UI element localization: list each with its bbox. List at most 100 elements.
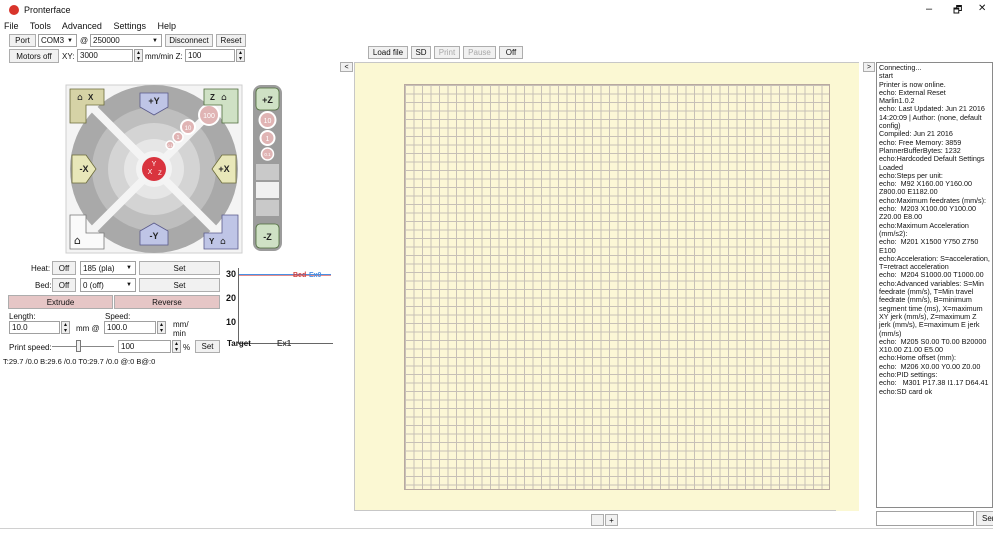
z-minus-label: -Z: [263, 232, 272, 242]
menu-file[interactable]: File: [4, 21, 19, 31]
z-step-01-label: 0.1: [264, 152, 271, 157]
log-line: Connecting...: [879, 63, 922, 72]
heat-off-button[interactable]: Off: [52, 261, 76, 275]
graph-legend-ex1: Ex1: [277, 339, 292, 348]
menu-help[interactable]: Help: [157, 21, 176, 31]
baud-select[interactable]: 250000 ▼: [90, 34, 162, 47]
xy-feed-label: XY:: [62, 52, 75, 61]
minimize-button[interactable]: –: [926, 3, 932, 15]
menu-settings[interactable]: Settings: [113, 21, 146, 31]
bed-off-button[interactable]: Off: [52, 278, 76, 292]
center-z-label: Z: [158, 171, 162, 177]
graph-y-10: 10: [226, 317, 237, 327]
z-feed-stepper[interactable]: ▴ ▾: [236, 49, 245, 62]
log-line: echo: Last Updated: Jun 21 2016 14:20:09…: [879, 104, 987, 131]
xy-feed-input[interactable]: 3000: [77, 49, 133, 62]
off-button[interactable]: Off: [499, 46, 523, 59]
heat-label: Heat:: [31, 264, 51, 273]
chevron-down-icon: ▼: [152, 37, 158, 44]
z-feed-input[interactable]: 100: [185, 49, 235, 62]
z-slot[interactable]: [256, 200, 279, 216]
log-toggle-button[interactable]: >: [863, 62, 875, 72]
bed-label: Bed:: [35, 281, 52, 290]
z-step-10-label: 10: [264, 118, 272, 125]
z-plus-label: +Z: [262, 95, 273, 105]
reset-button[interactable]: Reset: [216, 34, 246, 47]
console-log[interactable]: Connecting... start Printer is now online.…: [876, 62, 993, 508]
disconnect-button[interactable]: Disconnect: [165, 34, 213, 47]
load-file-button[interactable]: Load file: [368, 46, 408, 59]
speed-stepper[interactable]: ▴ ▾: [157, 321, 166, 334]
center-x-label: X: [148, 169, 153, 176]
build-plate-grid[interactable]: [404, 84, 830, 490]
log-line: echo: M201 X1500 Y750 Z750 E100: [879, 237, 981, 255]
center-y-label: Y: [152, 161, 157, 168]
z-jog-column[interactable]: +Z 10 1 0.1 -Z: [252, 84, 283, 252]
window-title: Pronterface: [24, 5, 71, 15]
log-line: echo: M92 X160.00 Y160.00 Z800.00 E1182.…: [879, 179, 974, 197]
graph-legend-bed: Bed: [293, 272, 307, 279]
command-input[interactable]: [876, 511, 974, 526]
print-speed-set-button[interactable]: Set: [195, 340, 220, 353]
speed-input[interactable]: 100.0: [104, 321, 156, 334]
z-feed-label: mm/min Z:: [145, 52, 183, 61]
baud-at-label: @: [80, 36, 89, 45]
step-10-label: 10: [185, 126, 192, 132]
sd-button[interactable]: SD: [411, 46, 431, 59]
build-plate-right-margin: [836, 63, 859, 511]
motors-off-button[interactable]: Motors off: [9, 49, 59, 63]
minus-y-label: -Y: [150, 231, 159, 241]
step-1-label: 1: [177, 135, 180, 141]
port-button[interactable]: Port: [9, 34, 36, 47]
home-z-icon: ⌂: [221, 93, 227, 103]
send-button[interactable]: Send: [976, 511, 993, 526]
length-input[interactable]: 10.0: [9, 321, 60, 334]
collapse-left-button[interactable]: <: [340, 62, 353, 72]
close-button[interactable]: ✕: [978, 3, 986, 14]
status-bar: [0, 528, 993, 533]
maximize-button[interactable]: 🗗: [953, 3, 962, 20]
bed-set-button[interactable]: Set: [139, 278, 220, 292]
xy-feed-stepper[interactable]: ▴ ▾: [134, 49, 143, 62]
send-button-label: Send: [982, 514, 993, 523]
graph-axis: [238, 268, 239, 344]
mm-per-label: mm/: [173, 320, 189, 329]
length-stepper[interactable]: ▴ ▾: [61, 321, 70, 334]
print-button[interactable]: Print: [434, 46, 460, 59]
pause-button[interactable]: Pause: [463, 46, 496, 59]
heat-set-button[interactable]: Set: [139, 261, 220, 275]
zoom-in-button[interactable]: +: [605, 514, 618, 526]
plus-y-label: +Y: [148, 96, 159, 106]
bed-select[interactable]: 0 (off) ▼: [80, 278, 136, 292]
z-feed-value: 100: [188, 51, 202, 60]
print-speed-slider[interactable]: [52, 340, 114, 352]
home-all-icon: ⌂: [74, 234, 81, 247]
print-speed-stepper[interactable]: ▴ ▾: [172, 340, 181, 353]
heat-select[interactable]: 185 (pla) ▼: [80, 261, 136, 275]
menu-tools[interactable]: Tools: [30, 21, 51, 31]
graph-legend-target: Target: [227, 339, 251, 348]
print-speed-label: Print speed:: [9, 343, 52, 352]
port-select[interactable]: COM3 ▼: [38, 34, 77, 47]
print-speed-slider-thumb[interactable]: [76, 340, 82, 352]
extrude-button[interactable]: Extrude: [8, 295, 113, 309]
log-line: echo:Advanced variables: S=Min feedrate …: [879, 278, 986, 338]
chevron-down-icon: ▼: [126, 265, 132, 271]
log-line: echo: M203 X100.00 Y100.00 Z20.00 E8.00: [879, 204, 978, 222]
log-line: echo: M205 S0.00 T0.00 B20000 X10.00 Z1.…: [879, 336, 989, 355]
z-slot[interactable]: [256, 164, 279, 180]
xy-jog-pad[interactable]: Y X Z 100 10 1 0.1 +Y -Y -X +X ⌂ X Z ⌂ ⌂…: [64, 83, 244, 255]
temperature-status: T:29.7 /0.0 B:29.6 /0.0 T0:29.7 /0.0 @:0…: [3, 357, 156, 366]
menu-bar: File Tools Advanced Settings Help: [4, 21, 185, 31]
app-logo-icon: [9, 5, 19, 15]
step-01-label: 0.1: [168, 144, 173, 148]
xy-feed-value: 3000: [80, 51, 98, 60]
reverse-button[interactable]: Reverse: [114, 295, 220, 309]
temperature-graph: 30 20 10 Bed Ex0 Target Ex1: [222, 263, 333, 348]
zoom-out-button[interactable]: [591, 514, 604, 526]
print-speed-input[interactable]: 100: [118, 340, 171, 353]
menu-advanced[interactable]: Advanced: [62, 21, 102, 31]
z-slot[interactable]: [256, 182, 279, 198]
home-x-label: X: [88, 93, 94, 102]
percent-label: %: [183, 343, 191, 352]
